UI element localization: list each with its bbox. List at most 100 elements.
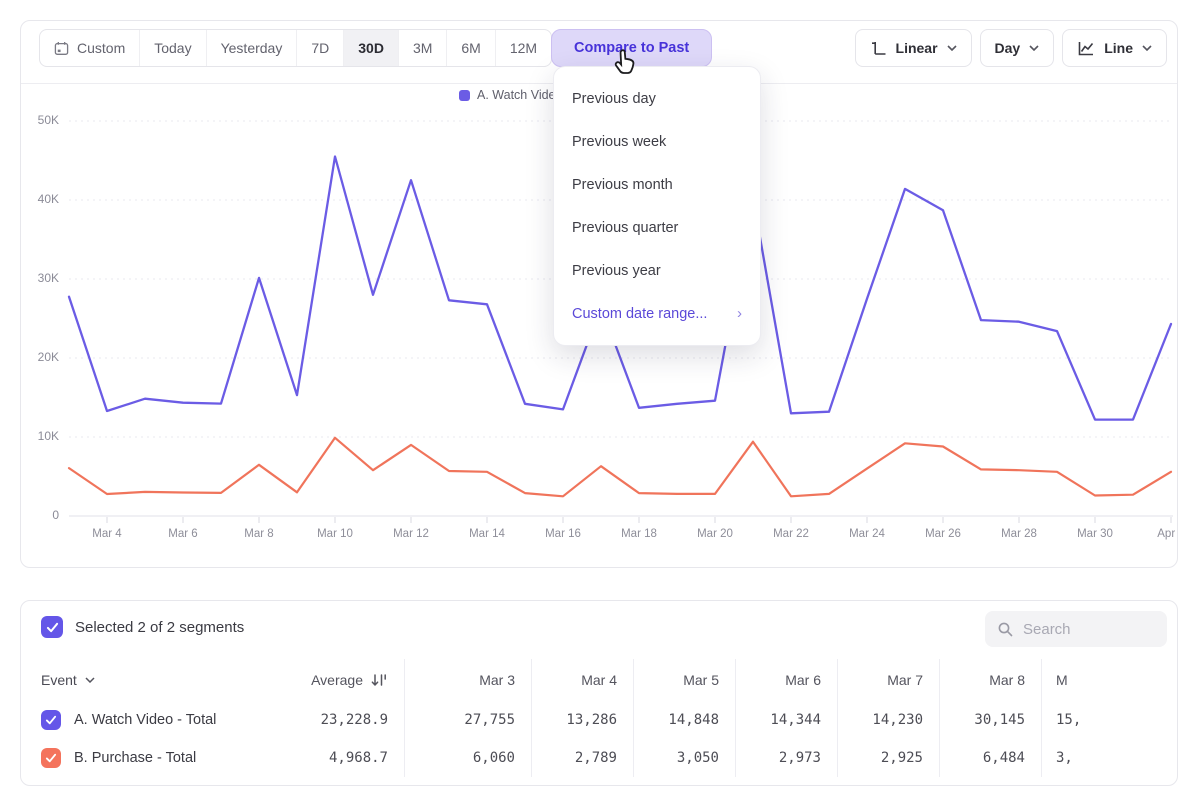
- x-axis-label: Mar 4: [92, 528, 122, 540]
- select-all-checkbox[interactable]: [41, 616, 63, 638]
- x-axis-label: Mar 30: [1077, 528, 1113, 540]
- cell: 27,755: [404, 701, 531, 739]
- sort-descending-icon: [370, 673, 388, 688]
- legend-item-watch-video[interactable]: A. Watch Vide: [459, 88, 556, 102]
- cell-value: 2,789: [575, 750, 617, 766]
- y-axis-label: 10K: [27, 429, 59, 443]
- column-header: Mar 4: [531, 659, 633, 701]
- menu-item-previous-quarter[interactable]: Previous quarter: [554, 206, 760, 249]
- cell: 14,230: [837, 701, 939, 739]
- chevron-down-icon: [1029, 45, 1039, 51]
- range-30d-selected[interactable]: 30D: [343, 30, 398, 66]
- range-3m[interactable]: 3M: [398, 30, 446, 66]
- event-column-header[interactable]: Event: [21, 659, 279, 701]
- scale-dropdown[interactable]: Linear: [855, 29, 972, 67]
- column-header: Mar 8: [939, 659, 1041, 701]
- column-header: Mar 3: [404, 659, 531, 701]
- range-12m[interactable]: 12M: [495, 30, 551, 66]
- x-axis-label: Mar 8: [244, 528, 273, 540]
- cell: 2,789: [531, 739, 633, 777]
- cell-value: 2,973: [779, 750, 821, 766]
- range-yesterday[interactable]: Yesterday: [206, 30, 297, 66]
- menu-item-previous-month[interactable]: Previous month: [554, 163, 760, 206]
- menu-item-label: Previous month: [572, 177, 673, 193]
- x-axis-label: Mar 24: [849, 528, 885, 540]
- x-axis-label: Mar 22: [773, 528, 809, 540]
- row-checkbox[interactable]: [41, 710, 61, 730]
- y-axis-label: 50K: [27, 113, 59, 127]
- cell-clipped: 15,: [1041, 701, 1178, 739]
- column-header: Mar 6: [735, 659, 837, 701]
- chart-type-dropdown[interactable]: Line: [1062, 29, 1167, 67]
- column-header: Mar 7: [837, 659, 939, 701]
- cell-value: 3,050: [677, 750, 719, 766]
- range-12m-label: 12M: [510, 40, 537, 56]
- x-axis-labels: Mar 4Mar 6Mar 8Mar 10Mar 12Mar 14Mar 16M…: [92, 528, 1177, 540]
- column-header-label: Mar 6: [785, 672, 821, 688]
- calendar-icon: [54, 41, 69, 56]
- cell-value: 3,: [1056, 750, 1073, 766]
- check-icon: [46, 622, 59, 633]
- x-axis-label: Apr 1: [1157, 528, 1177, 540]
- chevron-right-icon: ›: [737, 305, 742, 322]
- cell: 2,973: [735, 739, 837, 777]
- cell: 13,286: [531, 701, 633, 739]
- range-custom-label: Custom: [77, 40, 125, 56]
- row-checkbox[interactable]: [41, 748, 61, 768]
- row-label: B. Purchase - Total: [74, 750, 196, 766]
- series-b-line: [69, 438, 1171, 497]
- event-header-label: Event: [41, 672, 77, 688]
- cell: 6,484: [939, 739, 1041, 777]
- average-column-header[interactable]: Average: [279, 659, 404, 701]
- menu-item-label: Previous week: [572, 134, 666, 150]
- x-axis-label: Mar 6: [168, 528, 197, 540]
- menu-item-previous-year[interactable]: Previous year: [554, 249, 760, 292]
- segments-table: Event Average Mar 3 Mar 4 Mar 5 Mar 6 Ma…: [21, 659, 1178, 777]
- column-header-label: Mar 5: [683, 672, 719, 688]
- y-axis-label: 40K: [27, 192, 59, 206]
- table-row-purchase[interactable]: B. Purchase - Total: [21, 739, 279, 777]
- cell-value: 14,344: [770, 712, 821, 728]
- range-custom[interactable]: Custom: [40, 30, 139, 66]
- row-label: A. Watch Video - Total: [74, 712, 216, 728]
- menu-item-previous-week[interactable]: Previous week: [554, 120, 760, 163]
- cell: 3,050: [633, 739, 735, 777]
- table-row-watch-video[interactable]: A. Watch Video - Total: [21, 701, 279, 739]
- column-header-label: Mar 3: [479, 672, 515, 688]
- x-axis-label: Mar 14: [469, 528, 505, 540]
- search-box[interactable]: [985, 611, 1167, 647]
- chart-controls: Linear Day Line: [855, 29, 1167, 67]
- range-yesterday-label: Yesterday: [221, 40, 283, 56]
- interval-dropdown[interactable]: Day: [980, 29, 1055, 67]
- menu-item-custom-date-range[interactable]: Custom date range... ›: [554, 292, 760, 335]
- cell: 2,925: [837, 739, 939, 777]
- x-axis-label: Mar 26: [925, 528, 961, 540]
- cell: 23,228.9: [279, 701, 404, 739]
- range-3m-label: 3M: [413, 40, 432, 56]
- column-header-clipped: M: [1041, 659, 1178, 701]
- y-axis-label: 0: [27, 508, 59, 522]
- cell-value: 4,968.7: [329, 750, 388, 766]
- cell: 14,848: [633, 701, 735, 739]
- cell-value: 27,755: [464, 712, 515, 728]
- compare-to-past-menu: Previous day Previous week Previous mont…: [553, 66, 761, 346]
- menu-item-label: Previous quarter: [572, 220, 678, 236]
- menu-item-previous-day[interactable]: Previous day: [554, 77, 760, 120]
- range-today[interactable]: Today: [139, 30, 205, 66]
- range-7d[interactable]: 7D: [296, 30, 343, 66]
- x-axis-label: Mar 28: [1001, 528, 1037, 540]
- cell-value: 30,145: [974, 712, 1025, 728]
- legend-label: A. Watch Vide: [477, 88, 556, 102]
- cell-value: 6,484: [983, 750, 1025, 766]
- chevron-down-icon: [1142, 45, 1152, 51]
- cell-value: 14,230: [872, 712, 923, 728]
- range-6m-label: 6M: [461, 40, 480, 56]
- range-6m[interactable]: 6M: [446, 30, 494, 66]
- compare-to-past-button[interactable]: Compare to Past: [551, 29, 712, 67]
- search-input[interactable]: [1023, 621, 1153, 638]
- range-7d-label: 7D: [311, 40, 329, 56]
- x-axis-label: Mar 16: [545, 528, 581, 540]
- cell-value: 2,925: [881, 750, 923, 766]
- x-axis-label: Mar 12: [393, 528, 429, 540]
- x-axis-ticks: [107, 517, 1171, 523]
